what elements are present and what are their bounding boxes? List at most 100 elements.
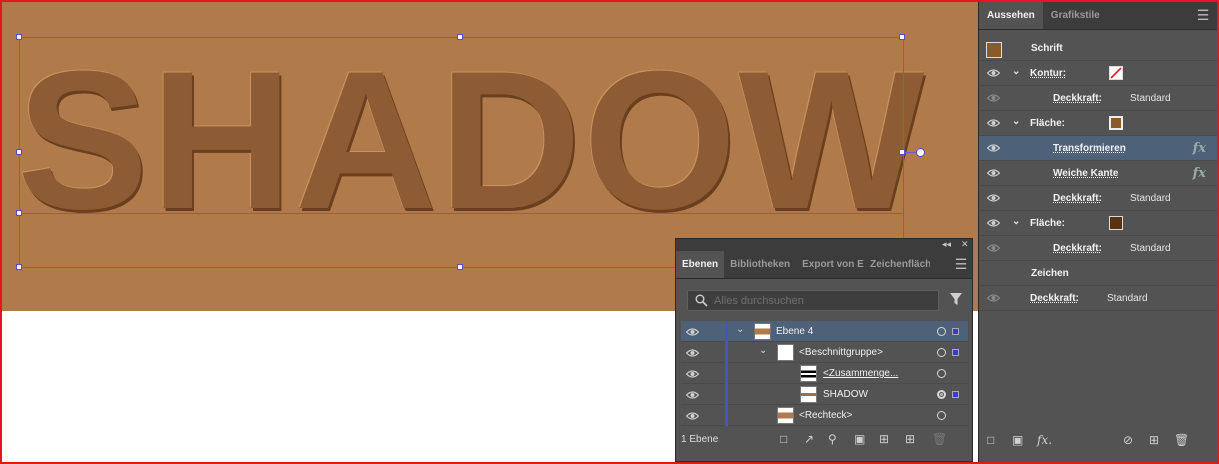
appearance-row-kontur-opacity[interactable]: Deckkraft: Standard <box>979 86 1218 111</box>
tab-export[interactable]: Export von E <box>796 251 864 278</box>
stroke-none-swatch[interactable] <box>1109 66 1123 80</box>
zeichen-label[interactable]: Zeichen <box>1031 268 1069 279</box>
collect-for-export-icon[interactable]: □ <box>780 432 787 446</box>
visibility-eye-icon[interactable] <box>987 143 1000 153</box>
new-layer-icon[interactable]: ⊞ <box>905 432 915 446</box>
layer-row[interactable]: ⌄ Ebene 4 <box>681 321 968 342</box>
visibility-eye-icon[interactable] <box>987 293 1000 303</box>
deckkraft-label[interactable]: Deckkraft: <box>1053 193 1102 204</box>
new-fill-icon[interactable]: ▣ <box>1012 433 1023 447</box>
expand-chevron-icon[interactable]: ⌄ <box>1012 216 1020 227</box>
weiche-kante-effect-link[interactable]: Weiche Kante <box>1053 168 1118 179</box>
layer-row[interactable]: <Rechteck> <box>681 405 968 426</box>
visibility-eye-icon[interactable] <box>987 218 1000 228</box>
target-circle-icon[interactable] <box>937 369 946 378</box>
appearance-row-zeichen[interactable]: Zeichen <box>979 261 1218 286</box>
expand-chevron-icon[interactable]: ⌄ <box>759 345 767 356</box>
locate-object-icon[interactable]: ⚲ <box>828 432 837 446</box>
appearance-row-flaeche-1-opacity[interactable]: Deckkraft: Standard <box>979 186 1218 211</box>
layer-count: 1 Ebene <box>681 434 719 445</box>
deckkraft-label[interactable]: Deckkraft: <box>1053 93 1102 104</box>
appearance-row-flaeche-2[interactable]: ⌄ Fläche: <box>979 211 1218 236</box>
clear-appearance-icon[interactable]: ⊘ <box>1123 433 1133 447</box>
layer-row[interactable]: ⌄ <Beschnittgruppe> <box>681 342 968 363</box>
expand-chevron-icon[interactable]: ⌄ <box>1012 66 1020 77</box>
new-sublayer-icon[interactable]: ⊞ <box>879 432 889 446</box>
visibility-eye-icon[interactable] <box>686 348 699 358</box>
close-icon[interactable]: ✕ <box>961 239 969 250</box>
resize-handle-ml[interactable] <box>16 149 22 155</box>
fill-color-swatch[interactable] <box>1109 116 1123 130</box>
resize-handle-bm[interactable] <box>457 264 463 270</box>
anchor-handle-left[interactable] <box>16 210 22 216</box>
fill-color-swatch[interactable] <box>1109 216 1123 230</box>
target-circle-icon[interactable] <box>937 327 946 336</box>
expand-chevron-icon[interactable]: ⌄ <box>1012 116 1020 127</box>
filter-icon[interactable] <box>949 292 963 306</box>
appearance-row-object[interactable]: Schrift <box>979 36 1218 61</box>
layers-panel-tabs: Ebenen Bibliotheken Export von E Zeichen… <box>676 251 972 279</box>
layer-name[interactable]: <Beschnittgruppe> <box>799 347 883 358</box>
appearance-row-kontur[interactable]: ⌄ Kontur: <box>979 61 1218 86</box>
rotate-handle[interactable] <box>916 148 925 157</box>
layer-name[interactable]: <Zusammenge... <box>823 368 898 379</box>
appearance-row-weiche-kante[interactable]: Weiche Kante fx <box>979 161 1218 186</box>
tab-ebenen[interactable]: Ebenen <box>676 251 725 278</box>
visibility-eye-icon[interactable] <box>987 68 1000 78</box>
visibility-eye-icon[interactable] <box>987 193 1000 203</box>
resize-handle-tr[interactable] <box>899 34 905 40</box>
layer-color-bar <box>725 405 728 426</box>
visibility-eye-icon[interactable] <box>686 411 699 421</box>
visibility-eye-icon[interactable] <box>987 93 1000 103</box>
visibility-eye-icon[interactable] <box>987 243 1000 253</box>
tab-aussehen[interactable]: Aussehen <box>979 2 1043 29</box>
expand-chevron-icon[interactable]: ⌄ <box>736 324 744 335</box>
visibility-eye-icon[interactable] <box>686 390 699 400</box>
flaeche-label[interactable]: Fläche: <box>1030 218 1065 229</box>
target-circle-icon[interactable] <box>937 390 946 399</box>
deckkraft-label[interactable]: Deckkraft: <box>1030 293 1079 304</box>
target-circle-icon[interactable] <box>937 411 946 420</box>
visibility-eye-icon[interactable] <box>686 327 699 337</box>
add-effect-icon[interactable]: fx. <box>1037 433 1052 447</box>
deckkraft-label[interactable]: Deckkraft: <box>1053 243 1102 254</box>
fx-icon[interactable]: fx <box>1193 166 1206 181</box>
appearance-row-flaeche-2-opacity[interactable]: Deckkraft: Standard <box>979 236 1218 261</box>
visibility-eye-icon[interactable] <box>987 118 1000 128</box>
layer-row[interactable]: <Zusammenge... <box>681 363 968 384</box>
visibility-eye-icon[interactable] <box>686 369 699 379</box>
export-icon[interactable]: ↗ <box>804 432 814 446</box>
selection-indicator[interactable] <box>952 349 959 356</box>
visibility-eye-icon[interactable] <box>987 168 1000 178</box>
collapse-icon[interactable]: ◂◂ <box>942 239 951 250</box>
selection-bounding-box[interactable] <box>19 37 904 268</box>
duplicate-item-icon[interactable]: ⊞ <box>1149 433 1159 447</box>
appearance-row-object-opacity[interactable]: Deckkraft: Standard <box>979 286 1218 311</box>
make-clipping-mask-icon[interactable]: ▣ <box>854 432 865 446</box>
panel-menu-icon[interactable]: ☰ <box>1189 2 1217 29</box>
new-stroke-icon[interactable]: □ <box>987 433 994 447</box>
flaeche-label[interactable]: Fläche: <box>1030 118 1065 129</box>
resize-handle-tm[interactable] <box>457 34 463 40</box>
appearance-row-transformieren[interactable]: Transformieren fx <box>979 136 1218 161</box>
layer-name[interactable]: <Rechteck> <box>799 410 852 421</box>
selection-indicator[interactable] <box>952 391 959 398</box>
resize-handle-tl[interactable] <box>16 34 22 40</box>
transformieren-effect-link[interactable]: Transformieren <box>1053 143 1126 154</box>
layer-row[interactable]: SHADOW <box>681 384 968 405</box>
fx-icon[interactable]: fx <box>1193 141 1206 156</box>
selection-indicator[interactable] <box>952 328 959 335</box>
resize-handle-bl[interactable] <box>16 264 22 270</box>
target-circle-icon[interactable] <box>937 348 946 357</box>
layer-name[interactable]: SHADOW <box>823 389 868 400</box>
kontur-label[interactable]: Kontur: <box>1030 68 1066 79</box>
tab-grafikstile[interactable]: Grafikstile <box>1043 2 1108 29</box>
tab-bibliotheken[interactable]: Bibliotheken <box>724 251 796 278</box>
delete-item-icon[interactable]: 🗑 <box>1174 433 1189 447</box>
appearance-row-flaeche-1[interactable]: ⌄ Fläche: <box>979 111 1218 136</box>
tab-zeichenflaeche[interactable]: Zeichenfläche <box>864 251 930 278</box>
search-input[interactable] <box>714 292 934 309</box>
layer-name[interactable]: Ebene 4 <box>776 326 813 337</box>
delete-layer-icon[interactable]: 🗑 <box>932 432 947 446</box>
panel-menu-icon[interactable]: ☰ <box>950 251 972 278</box>
